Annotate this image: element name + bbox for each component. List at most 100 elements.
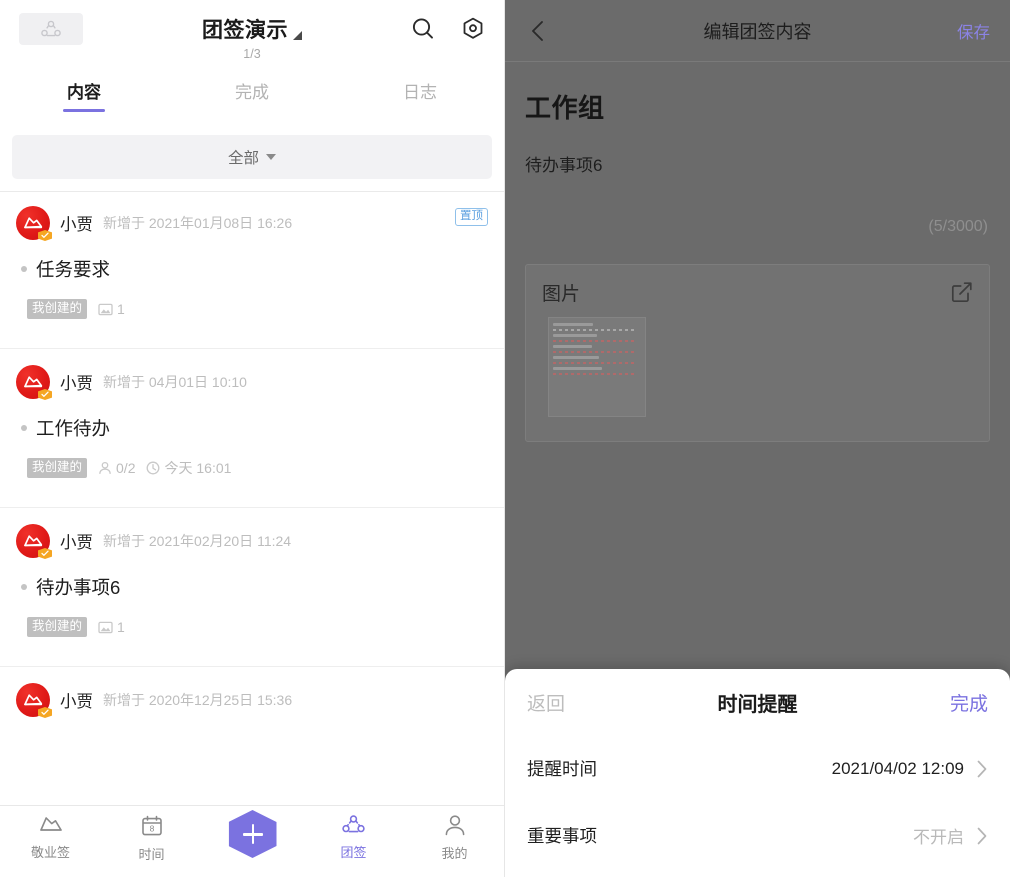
reminder-time: 今天 16:01 [164,460,232,476]
chevron-right-icon [976,826,988,846]
filter-dropdown[interactable]: 全部 [12,135,492,179]
note-title-row: 任务要求 [16,256,488,282]
nav-item-mine[interactable]: 我的 [404,814,504,862]
created-by-tag: 我创建的 [27,458,88,478]
page-title: 团签演示 [202,19,288,42]
sheet-row-important[interactable]: 重要事项 不开启 [505,802,1010,869]
sheet-done-button[interactable]: 完成 [950,689,988,716]
left-panel: 团签演示 1/3 内容 完成 日志 全部 小贾 新增于 2021年01月08日 … [0,0,505,877]
page-indicator: 1/3 [243,47,261,61]
status-badge: 置顶 [455,208,488,227]
edit-square-icon[interactable] [951,281,973,308]
note-meta-row: 我创建的 0/2 今天 16:01 [16,458,488,493]
created-by-tag: 我创建的 [27,299,88,319]
tab-content[interactable]: 内容 [0,74,168,103]
note-meta-row: 我创建的 1 [16,617,488,652]
note-author: 小贾 [60,693,93,711]
time-reminder-sheet: 返回 时间提醒 完成 提醒时间 2021/04/02 12:09 重要事项 不开… [505,669,1010,877]
row-label: 重要事项 [527,826,597,846]
group-title-button[interactable]: 团签演示 [202,14,302,44]
note-header: 小贾 新增于 2021年02月20日 11:24 [16,524,488,559]
nav-item-time[interactable]: 8 时间 [101,814,202,863]
image-card-title: 图片 [542,284,581,305]
image-icon [98,303,113,315]
clock-icon [147,461,160,475]
note-author: 小贾 [60,216,93,234]
save-button[interactable]: 保存 [957,19,990,43]
tab-log[interactable]: 日志 [336,74,504,103]
list-item[interactable]: 小贾 新增于 04月01日 10:10 工作待办 我创建的 0/2 今天 16:… [0,348,504,493]
row-value: 2021/04/02 12:09 [831,758,964,778]
group-dots-icon [342,815,365,833]
header-actions [410,16,486,42]
image-count-chip: 1 [98,619,125,635]
tab-bar: 内容 完成 日志 [0,68,504,126]
search-icon[interactable] [410,16,436,42]
image-count: 1 [117,619,125,635]
tab-label: 完成 [235,83,269,102]
calendar-icon: 8 [141,815,162,836]
row-value: 不开启 [913,828,964,847]
hexagon-settings-icon[interactable] [460,16,486,42]
image-thumbnail[interactable] [548,317,646,417]
filter-label: 全部 [227,150,259,167]
note-header: 小贾 新增于 2020年12月25日 15:36 [16,683,488,718]
nav-label: 敬业签 [30,845,70,860]
list-item[interactable]: 小贾 新增于 2021年02月20日 11:24 待办事项6 我创建的 1 [0,507,504,652]
avatar [16,365,52,400]
bullet-dot-icon [21,584,27,590]
sheet-header: 返回 时间提醒 完成 [505,669,1010,735]
verified-badge-icon [38,707,52,718]
bottom-nav: 敬业签 8 时间 团签 我的 [0,805,504,877]
fab-container [202,810,303,858]
edit-body: 工作组 待办事项6 (5/3000) 图片 [505,62,1010,442]
bullet-dot-icon [21,266,27,272]
verified-badge-icon [38,389,52,400]
note-timestamp: 新增于 04月01日 10:10 [103,374,247,390]
left-header: 团签演示 1/3 [0,0,504,68]
note-author: 小贾 [60,375,93,393]
note-title-row: 工作待办 [16,415,488,441]
created-by-tag: 我创建的 [27,617,88,637]
calendar-day: 8 [149,824,154,834]
content-heading[interactable]: 工作组 [525,88,990,125]
plus-icon [242,824,263,844]
note-title-row: 待办事项6 [16,574,488,600]
note-meta-row: 我创建的 1 [16,299,488,334]
image-count: 1 [117,301,125,317]
nav-item-tuanqian[interactable]: 团签 [303,814,404,861]
nav-label: 时间 [138,847,165,862]
image-icon [98,621,113,633]
note-author: 小贾 [60,534,93,552]
char-counter: (5/3000) [928,218,988,235]
tab-label: 内容 [67,83,101,102]
note-title: 任务要求 [36,259,111,280]
person-icon [445,815,464,836]
verified-badge-icon [38,548,52,559]
page-title: 编辑团签内容 [703,21,812,42]
list-item[interactable]: 小贾 新增于 2020年12月25日 15:36 [0,666,504,718]
person-icon [99,461,111,475]
note-header: 小贾 新增于 04月01日 10:10 [16,365,488,400]
assignee-count-chip: 0/2 [98,460,135,476]
list-item[interactable]: 小贾 新增于 2021年01月08日 16:26 置顶 任务要求 我创建的 1 [0,192,504,334]
note-list: 小贾 新增于 2021年01月08日 16:26 置顶 任务要求 我创建的 1 … [0,192,504,718]
image-count-chip: 1 [98,301,125,317]
content-text[interactable]: 待办事项6 [525,151,990,176]
sheet-row-reminder-time[interactable]: 提醒时间 2021/04/02 12:09 [505,735,1010,802]
nav-item-jingyeqian[interactable]: 敬业签 [0,814,101,861]
tab-completed[interactable]: 完成 [168,74,336,103]
note-timestamp: 新增于 2021年02月20日 11:24 [103,533,292,549]
caret-down-icon [293,31,302,40]
avatar [16,683,52,718]
edit-header: 编辑团签内容 保存 [505,0,1010,62]
note-title: 待办事项6 [36,577,121,598]
add-button[interactable] [228,810,277,858]
bullet-dot-icon [21,425,27,431]
avatar [16,524,52,559]
note-header: 小贾 新增于 2021年01月08日 16:26 置顶 [16,206,488,241]
note-timestamp: 新增于 2020年12月25日 15:36 [103,692,293,708]
image-card[interactable]: 图片 [525,264,990,442]
sheet-title: 时间提醒 [717,693,798,716]
app-screen: 团签演示 1/3 内容 完成 日志 全部 小贾 新增于 2021年01月08日 … [0,0,1010,877]
